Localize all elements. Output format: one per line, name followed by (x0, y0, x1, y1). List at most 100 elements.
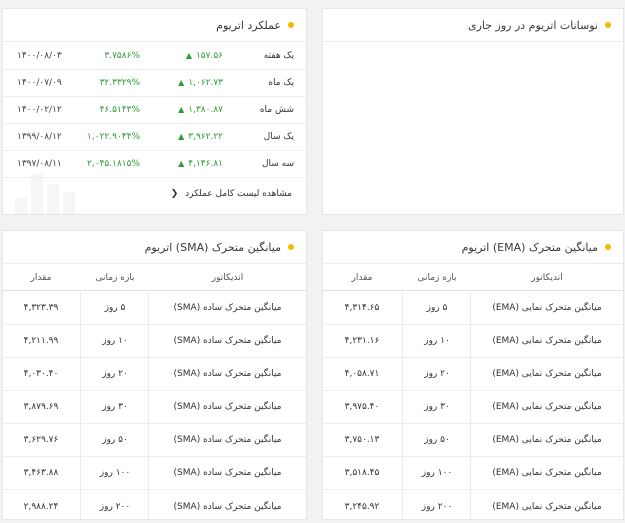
ema-title: میانگین متحرک (EMA) اتریوم (461, 240, 598, 254)
period-cell: ۳۰ روز (424, 402, 450, 412)
table-row: میانگین متحرک نمایی (EMA) ۲۰ روز ۴,۰۵۸.۷۱ (323, 358, 623, 391)
daily-fluctuation-card: نوسانات اتریوم در روز جاری (322, 8, 624, 215)
column-header-value: مقدار (351, 272, 373, 283)
performance-date: ۱۴۰۰/۰۲/۱۲ (17, 105, 62, 115)
indicator-cell: میانگین متحرک ساده (SMA) (173, 468, 282, 478)
performance-change: ▲ ۳,۹۶۲.۲۲ (178, 132, 223, 142)
period-cell: ۲۰۰ روز (99, 501, 131, 512)
column-header-indicator: اندیکاتور (211, 272, 244, 283)
performance-date: ۱۳۹۷/۰۸/۱۱ (17, 159, 62, 169)
arrow-up-icon: ▲ (178, 105, 185, 114)
performance-percent: ۳.۷۵۸۶% (104, 51, 140, 61)
table-row: میانگین متحرک نمایی (EMA) ۱۰ روز ۴,۲۳۱.۱۶ (323, 325, 623, 358)
column-header-period: بازه زمانی (417, 272, 457, 283)
value-cell: ۴,۳۲۳.۳۹ (23, 303, 59, 313)
indicator-cell: میانگین متحرک نمایی (EMA) (492, 336, 602, 346)
value-cell: ۳,۶۲۹.۷۶ (23, 435, 59, 445)
performance-row: یک هفته ▲ ۱۵۷.۵۶ ۳.۷۵۸۶% ۱۴۰۰/۰۸/۰۳ (3, 43, 308, 70)
value-cell: ۴,۲۳۱.۱۶ (344, 336, 380, 346)
performance-row: یک سال ▲ ۳,۹۶۲.۲۲ ۱,۰۲۲.۹۰۴۴% ۱۳۹۹/۰۸/۱۲ (3, 124, 308, 151)
value-cell: ۴,۰۵۸.۷۱ (344, 369, 380, 379)
indicator-cell: میانگین متحرک نمایی (EMA) (492, 303, 602, 313)
table-row: میانگین متحرک نمایی (EMA) ۲۰۰ روز ۳,۲۴۵.۹۲ (323, 490, 623, 523)
performance-date: ۱۴۰۰/۰۸/۰۳ (17, 51, 62, 61)
period-cell: ۲۰۰ روز (421, 501, 453, 512)
fluctuation-title: نوسانات اتریوم در روز جاری (467, 18, 598, 32)
period-cell: ۱۰ روز (424, 336, 450, 346)
fluctuation-header: نوسانات اتریوم در روز جاری (323, 9, 623, 42)
arrow-up-icon: ▲ (178, 132, 185, 141)
value-cell: ۳,۸۷۹.۶۹ (23, 402, 59, 412)
performance-change: ▲ ۴,۱۴۶.۸۱ (178, 159, 223, 169)
performance-change: ▲ ۱۵۷.۵۶ (186, 51, 223, 61)
bullet-dot-icon (605, 22, 611, 28)
indicator-cell: میانگین متحرک نمایی (EMA) (492, 468, 602, 478)
table-row: میانگین متحرک ساده (SMA) ۱۰۰ روز ۳,۴۶۳.۸۸ (3, 457, 306, 490)
performance-change-value: ۴,۱۴۶.۸۱ (188, 159, 223, 169)
table-row: میانگین متحرک ساده (SMA) ۲۰۰ روز ۲,۹۸۸.۲۴ (3, 490, 306, 523)
performance-period: یک هفته (263, 51, 294, 61)
performance-date: ۱۳۹۹/۰۸/۱۲ (17, 132, 62, 142)
table-row: میانگین متحرک نمایی (EMA) ۵۰ روز ۳,۷۵۰.۱۳ (323, 424, 623, 457)
table-row: میانگین متحرک ساده (SMA) ۵۰ روز ۳,۶۲۹.۷۶ (3, 424, 306, 457)
period-cell: ۵ روز (104, 303, 126, 313)
performance-date: ۱۴۰۰/۰۷/۰۹ (17, 78, 62, 88)
indicator-cell: میانگین متحرک ساده (SMA) (173, 303, 282, 313)
table-row: میانگین متحرک نمایی (EMA) ۵ روز ۴,۳۱۴.۶۵ (323, 292, 623, 325)
performance-row: شش ماه ▲ ۱,۳۸۰.۸۷ ۴۶.۵۱۴۳% ۱۴۰۰/۰۲/۱۲ (3, 97, 308, 124)
performance-card: عملکرد اتریوم یک هفته ▲ ۱۵۷.۵۶ ۳.۷۵۸۶% ۱۴۰۰/… (2, 8, 308, 215)
period-cell: ۲۰ روز (424, 369, 450, 379)
bullet-dot-icon (288, 22, 294, 28)
value-cell: ۳,۴۶۳.۸۸ (23, 468, 59, 478)
indicator-cell: میانگین متحرک ساده (SMA) (173, 369, 282, 379)
performance-change-value: ۱,۳۸۰.۸۷ (188, 105, 223, 115)
indicator-cell: میانگین متحرک نمایی (EMA) (492, 402, 602, 412)
column-header-period: بازه زمانی (95, 272, 135, 283)
value-cell: ۳,۹۷۵.۴۰ (344, 402, 380, 412)
column-header-value: مقدار (30, 272, 52, 283)
indicator-cell: میانگین متحرک ساده (SMA) (173, 435, 282, 445)
value-cell: ۴,۲۱۱.۹۹ (23, 336, 59, 346)
ema-table-card: میانگین متحرک (EMA) اتریوم اندیکاتور باز… (322, 230, 624, 520)
performance-change-value: ۱,۰۶۲.۷۳ (188, 78, 223, 88)
performance-percent: ۱,۰۲۲.۹۰۴۴% (87, 132, 140, 142)
bullet-dot-icon (288, 244, 294, 250)
value-cell: ۴,۳۱۴.۶۵ (344, 303, 380, 313)
period-cell: ۱۰۰ روز (421, 468, 453, 478)
table-row: میانگین متحرک ساده (SMA) ۱۰ روز ۴,۲۱۱.۹۹ (3, 325, 306, 358)
performance-percent: ۲,۰۴۵.۱۸۱۵% (87, 159, 140, 169)
period-cell: ۵۰ روز (102, 435, 128, 445)
full-performance-link[interactable]: مشاهده لیست کامل عملکرد ❮ (171, 189, 292, 199)
performance-change-value: ۳,۹۶۲.۲۲ (188, 132, 223, 142)
performance-period: شش ماه (259, 105, 294, 115)
sma-table-card: میانگین متحرک (SMA) اتریوم اندیکاتور باز… (2, 230, 307, 520)
indicator-cell: میانگین متحرک ساده (SMA) (173, 501, 282, 512)
performance-period: یک ماه (268, 78, 294, 88)
performance-row: یک ماه ▲ ۱,۰۶۲.۷۳ ۳۲.۳۳۲۹% ۱۴۰۰/۰۷/۰۹ (3, 70, 308, 97)
ema-header: میانگین متحرک (EMA) اتریوم (323, 231, 623, 264)
table-row: میانگین متحرک نمایی (EMA) ۳۰ روز ۳,۹۷۵.۴۰ (323, 391, 623, 424)
performance-percent: ۳۲.۳۳۲۹% (99, 78, 140, 88)
value-cell: ۴,۰۳۰.۴۰ (23, 369, 59, 379)
performance-change: ▲ ۱,۳۸۰.۸۷ (178, 105, 223, 115)
period-cell: ۲۰ روز (102, 369, 128, 379)
table-row: میانگین متحرک ساده (SMA) ۳۰ روز ۳,۸۷۹.۶۹ (3, 391, 306, 424)
sma-table-head: اندیکاتور بازه زمانی مقدار (3, 264, 306, 291)
value-cell: ۲,۹۸۸.۲۴ (23, 501, 59, 512)
indicator-cell: میانگین متحرک نمایی (EMA) (492, 501, 602, 512)
indicator-cell: میانگین متحرک نمایی (EMA) (492, 369, 602, 379)
sma-table-body: میانگین متحرک ساده (SMA) ۵ روز ۴,۳۲۳.۳۹ میا… (3, 292, 306, 519)
full-performance-link-label: مشاهده لیست کامل عملکرد (185, 189, 292, 199)
period-cell: ۳۰ روز (102, 402, 128, 412)
period-cell: ۱۰۰ روز (99, 468, 131, 478)
performance-title: عملکرد اتریوم (216, 18, 281, 32)
period-cell: ۵۰ روز (424, 435, 450, 445)
performance-header: عملکرد اتریوم (3, 9, 306, 42)
performance-percent: ۴۶.۵۱۴۳% (99, 105, 140, 115)
table-row: میانگین متحرک ساده (SMA) ۲۰ روز ۴,۰۳۰.۴۰ (3, 358, 306, 391)
bullet-dot-icon (605, 244, 611, 250)
table-row: میانگین متحرک نمایی (EMA) ۱۰۰ روز ۳,۵۱۸.۴۵ (323, 457, 623, 490)
sma-header: میانگین متحرک (SMA) اتریوم (3, 231, 306, 264)
performance-period: سه سال (261, 159, 294, 169)
value-cell: ۳,۲۴۵.۹۲ (344, 501, 380, 512)
